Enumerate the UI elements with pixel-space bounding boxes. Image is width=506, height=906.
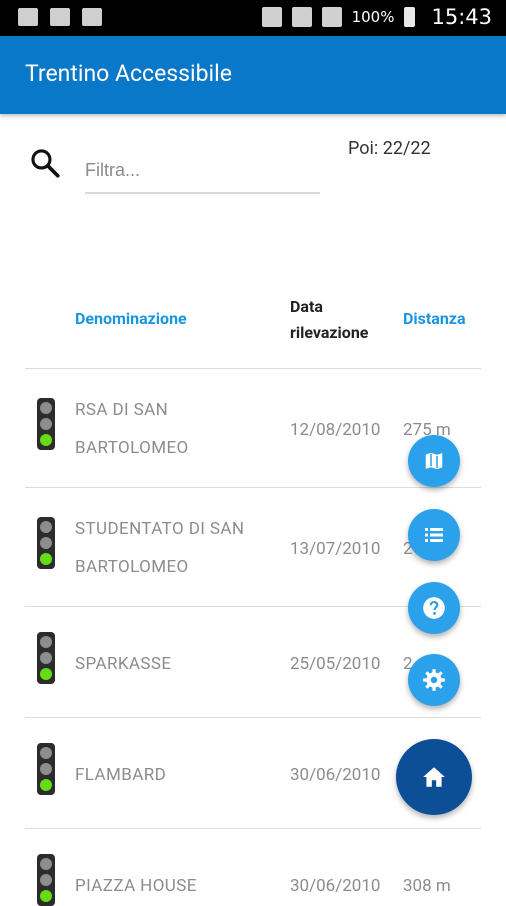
app-bar: Trentino Accessibile	[0, 36, 506, 114]
settings-icon	[423, 669, 445, 691]
traffic-light-icon	[37, 632, 55, 684]
traffic-light-icon	[37, 854, 55, 906]
poi-date: 30/06/2010	[290, 876, 381, 896]
battery-percentage: 100%	[351, 8, 395, 26]
home-icon	[423, 767, 445, 787]
traffic-light-icon	[37, 517, 55, 569]
poi-date: 30/06/2010	[290, 765, 381, 785]
filter-input[interactable]	[85, 148, 320, 194]
clock: 15:43	[431, 5, 492, 29]
column-header-name[interactable]: Denominazione	[75, 309, 187, 328]
poi-name: SPARKASSE	[75, 654, 172, 674]
help-icon	[423, 597, 445, 619]
gallery-notification-icon	[82, 8, 102, 26]
poi-name: FLAMBARD	[75, 765, 167, 785]
traffic-light-icon	[37, 398, 55, 450]
home-button[interactable]	[396, 739, 472, 815]
list-icon	[425, 528, 443, 542]
poi-name: PIAZZA HOUSE	[75, 876, 197, 896]
traffic-light-icon	[37, 743, 55, 795]
settings-button[interactable]	[408, 654, 460, 706]
poi-date: 13/07/2010	[290, 539, 381, 559]
column-header-distance[interactable]: Distanza	[403, 309, 466, 328]
poi-distance: 308 m	[403, 876, 451, 896]
poi-date: 12/08/2010	[290, 420, 381, 440]
image-notification-icon	[18, 8, 38, 26]
poi-name: RSA DI SAN BARTOLOMEO	[75, 400, 189, 458]
system-indicators: 100% 15:43	[261, 5, 492, 29]
search-icon[interactable]	[28, 146, 62, 180]
column-header-date[interactable]: Data rilevazione	[290, 294, 400, 346]
file-notification-icon	[50, 8, 70, 26]
wifi-icon	[291, 7, 312, 27]
map-button[interactable]	[408, 435, 460, 487]
help-button[interactable]	[408, 582, 460, 634]
map-icon	[424, 450, 444, 472]
poi-name: STUDENTATO DI SAN BARTOLOMEO	[75, 519, 245, 577]
bluetooth-icon	[261, 7, 282, 27]
status-bar: 100% 15:43	[0, 0, 506, 36]
list-button[interactable]	[408, 509, 460, 561]
poi-date: 25/05/2010	[290, 654, 381, 674]
app-title: Trentino Accessibile	[25, 60, 232, 87]
battery-icon	[404, 7, 416, 27]
list-item[interactable]: PIAZZA HOUSE 30/06/2010 308 m	[25, 828, 481, 906]
notification-icons	[18, 8, 102, 26]
signal-icon	[321, 7, 342, 27]
poi-count: Poi: 22/22	[348, 138, 431, 159]
